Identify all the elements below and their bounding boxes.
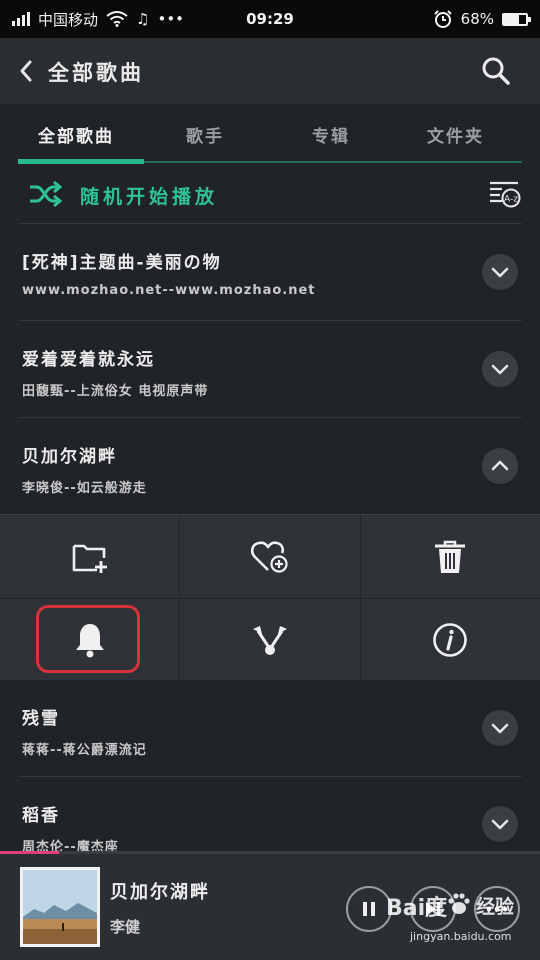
chevron-left-icon xyxy=(20,60,32,82)
share-icon xyxy=(253,625,287,655)
shuffle-play-row[interactable]: 随机开始播放 A-z xyxy=(18,164,522,224)
search-button[interactable] xyxy=(480,55,512,87)
chevron-down-icon xyxy=(491,723,509,734)
expand-button[interactable] xyxy=(482,254,518,290)
song-subtitle: www.mozhao.net--www.mozhao.net xyxy=(22,283,316,298)
share-button[interactable] xyxy=(180,598,360,681)
baidu-watermark: Bai度 经验 jingyan.baidu.com xyxy=(382,884,532,954)
delete-icon xyxy=(435,540,465,573)
delete-button[interactable] xyxy=(360,515,540,598)
favorite-button[interactable] xyxy=(180,515,360,598)
song-info-button[interactable] xyxy=(360,598,540,681)
chevron-down-icon xyxy=(491,819,509,830)
song-subtitle: 蒋蒋--蒋公爵漂流记 xyxy=(22,743,147,758)
signal-icon xyxy=(12,12,30,26)
song-title: 稻香 xyxy=(22,806,60,826)
status-bar: 中国移动 ♫ ••• 09:29 68% xyxy=(0,0,540,38)
add-to-playlist-button[interactable] xyxy=(0,515,180,598)
status-right: 68% xyxy=(433,10,531,28)
paw-icon xyxy=(448,893,470,914)
tab-artists[interactable]: 歌手 xyxy=(186,122,224,147)
page-title: 全部歌曲 xyxy=(48,61,144,85)
watermark-word: 经验 xyxy=(476,896,515,918)
status-left: 中国移动 ♫ ••• xyxy=(12,9,184,30)
alarm-icon xyxy=(433,10,452,28)
song-title: 残雪 xyxy=(22,709,60,729)
chevron-up-icon xyxy=(491,460,509,471)
more-dots-icon: ••• xyxy=(157,10,185,28)
expand-button[interactable] xyxy=(482,351,518,387)
song-title: 贝加尔湖畔 xyxy=(22,447,117,467)
pause-icon xyxy=(363,902,375,916)
song-title: [死神]主题曲-美丽の物 xyxy=(22,253,222,273)
tab-albums[interactable]: 专辑 xyxy=(312,122,350,147)
back-button[interactable] xyxy=(12,54,40,88)
watermark-logo: Bai度 xyxy=(386,896,448,921)
search-icon xyxy=(482,57,510,85)
song-row[interactable]: [死神]主题曲-美丽の物 www.mozhao.net--www.mozhao.… xyxy=(18,224,522,321)
song-row[interactable]: 爱着爱着就永远 田馥甄--上流俗女 电视原声带 xyxy=(18,321,522,418)
tab-bar: 全部歌曲 歌手 专辑 文件夹 xyxy=(0,104,540,164)
song-row[interactable]: 残雪 蒋蒋--蒋公爵漂流记 xyxy=(18,680,522,777)
now-playing-title: 贝加尔湖畔 xyxy=(110,882,210,903)
song-subtitle: 田馥甄--上流俗女 电视原声带 xyxy=(22,384,209,399)
wifi-icon xyxy=(106,11,128,27)
battery-icon xyxy=(502,12,531,26)
tab-all-songs[interactable]: 全部歌曲 xyxy=(38,122,114,147)
expand-button[interactable] xyxy=(482,710,518,746)
sort-az-icon[interactable]: A-z xyxy=(488,178,522,210)
song-action-panel xyxy=(0,514,540,681)
highlight-annotation xyxy=(36,605,140,673)
favorite-icon xyxy=(250,540,288,573)
album-art[interactable] xyxy=(20,867,100,947)
tab-folders[interactable]: 文件夹 xyxy=(427,122,484,147)
song-row-expanded[interactable]: 贝加尔湖畔 李晓俊--如云般游走 xyxy=(18,418,522,515)
expand-button[interactable] xyxy=(482,806,518,842)
header-bar: 全部歌曲 xyxy=(0,38,540,104)
song-title: 爱着爱着就永远 xyxy=(22,350,155,370)
song-subtitle: 李晓俊--如云般游走 xyxy=(22,481,147,496)
shuffle-icon xyxy=(30,181,62,207)
carrier-label: 中国移动 xyxy=(38,10,99,29)
svg-text:A-z: A-z xyxy=(504,195,518,205)
add-to-playlist-icon xyxy=(72,544,107,573)
music-note-icon: ♫ xyxy=(136,10,150,28)
shuffle-play-label: 随机开始播放 xyxy=(80,186,219,208)
now-playing-artist: 李健 xyxy=(110,918,141,936)
chevron-down-icon xyxy=(491,364,509,375)
watermark-url: jingyan.baidu.com xyxy=(410,930,512,943)
battery-percent: 68% xyxy=(460,10,494,28)
chevron-down-icon xyxy=(491,267,509,278)
collapse-button[interactable] xyxy=(482,448,518,484)
info-icon xyxy=(433,622,467,657)
